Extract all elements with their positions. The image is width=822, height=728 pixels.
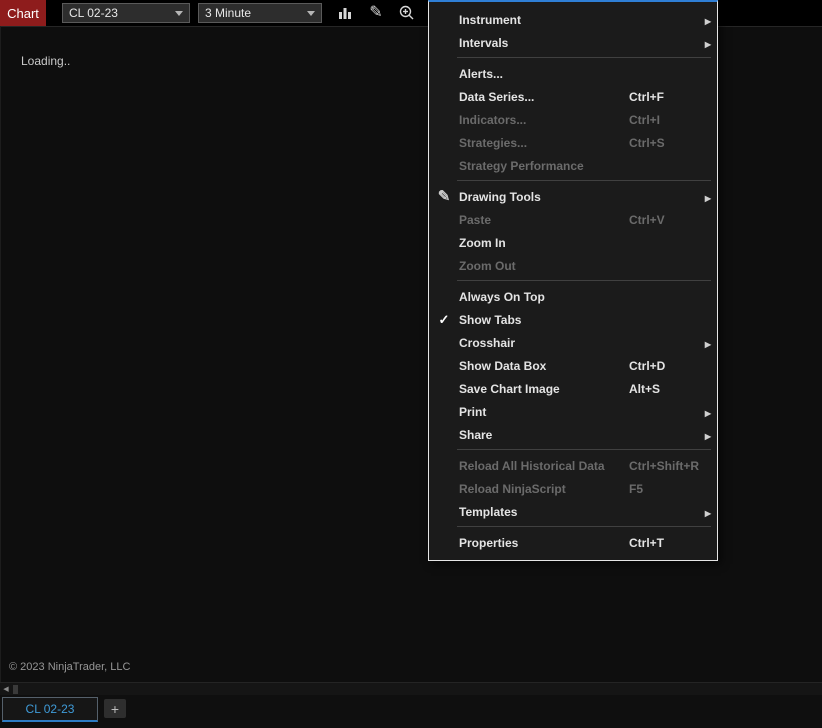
menu-item-show-tabs[interactable]: Show Tabs (429, 308, 717, 331)
menu-item-label: Show Data Box (459, 358, 547, 373)
menu-item-reload-ninjascript: Reload NinjaScript F5 (429, 477, 717, 500)
chevron-down-icon (307, 10, 315, 16)
menu-separator (429, 54, 717, 62)
menu-item-always-on-top[interactable]: Always On Top (429, 285, 717, 308)
submenu-arrow-icon (699, 428, 713, 442)
tab-cl-02-23[interactable]: CL 02-23 (2, 697, 98, 722)
menu-item-shortcut: Alt+S (629, 381, 661, 396)
loading-text: Loading.. (21, 54, 71, 68)
submenu-arrow-icon (699, 405, 713, 419)
menu-item-zoom-out: Zoom Out (429, 254, 717, 277)
menu-item-label: Strategy Performance (459, 158, 584, 173)
menu-item-label: Crosshair (459, 335, 516, 350)
menu-item-drawing-tools[interactable]: ✎ Drawing Tools (429, 185, 717, 208)
submenu-arrow-icon (699, 190, 713, 204)
menu-item-instrument[interactable]: Instrument (429, 8, 717, 31)
menu-item-paste: Paste Ctrl+V (429, 208, 717, 231)
horizontal-scrollbar[interactable] (0, 682, 822, 695)
menu-item-label: Share (459, 427, 493, 442)
scrollbar-thumb[interactable] (13, 684, 18, 694)
menu-item-alerts[interactable]: Alerts... (429, 62, 717, 85)
menu-item-shortcut: Ctrl+I (629, 112, 661, 127)
menu-item-label: Reload NinjaScript (459, 481, 566, 496)
add-tab-button[interactable]: + (104, 699, 126, 718)
menu-item-label: Indicators... (459, 112, 527, 127)
submenu-arrow-icon (699, 505, 713, 519)
menu-item-label: Drawing Tools (459, 189, 541, 204)
zoom-in-icon[interactable] (396, 2, 418, 24)
menu-separator (429, 446, 717, 454)
menu-item-label: Intervals (459, 35, 509, 50)
interval-value: 3 Minute (205, 6, 252, 20)
instrument-value: CL 02-23 (69, 6, 118, 20)
menu-item-strategy-performance: Strategy Performance (429, 154, 717, 177)
menu-item-templates[interactable]: Templates (429, 500, 717, 523)
menu-item-label: Data Series... (459, 89, 535, 104)
menu-item-shortcut: Ctrl+F (629, 89, 665, 104)
menu-item-shortcut: Ctrl+S (629, 135, 665, 150)
menu-item-label: Properties (459, 535, 519, 550)
menu-item-indicators: Indicators... Ctrl+I (429, 108, 717, 131)
instrument-selector[interactable]: CL 02-23 (62, 3, 190, 23)
menu-item-shortcut: Ctrl+V (629, 212, 665, 227)
menu-item-strategies: Strategies... Ctrl+S (429, 131, 717, 154)
menu-item-intervals[interactable]: Intervals (429, 31, 717, 54)
menu-item-label: Always On Top (459, 289, 545, 304)
bar-type-icon[interactable] (334, 2, 356, 24)
submenu-arrow-icon (699, 36, 713, 50)
submenu-arrow-icon (699, 13, 713, 27)
checkmark-icon (429, 312, 459, 328)
menu-item-label: Reload All Historical Data (459, 458, 605, 473)
menu-separator (429, 523, 717, 531)
menu-item-label: Paste (459, 212, 492, 227)
menu-item-properties[interactable]: Properties Ctrl+T (429, 531, 717, 554)
menu-item-label: Zoom In (459, 235, 506, 250)
menu-item-shortcut: Ctrl+D (629, 358, 666, 373)
drawing-tools-icon[interactable]: ✎ (365, 2, 387, 24)
chevron-down-icon (175, 10, 183, 16)
menu-item-label: Instrument (459, 12, 522, 27)
menu-item-shortcut: Ctrl+Shift+R (629, 458, 700, 473)
menu-item-save-chart-image[interactable]: Save Chart Image Alt+S (429, 377, 717, 400)
menu-item-zoom-in[interactable]: Zoom In (429, 231, 717, 254)
menu-item-label: Save Chart Image (459, 381, 560, 396)
scroll-left-icon[interactable] (0, 684, 12, 695)
menu-item-data-series[interactable]: Data Series... Ctrl+F (429, 85, 717, 108)
menu-item-label: Templates (459, 504, 518, 519)
menu-item-label: Alerts... (459, 66, 504, 81)
interval-selector[interactable]: 3 Minute (198, 3, 322, 23)
copyright-text: © 2023 NinjaTrader, LLC (9, 661, 131, 673)
menu-item-label: Show Tabs (459, 312, 522, 327)
menu-item-label: Print (459, 404, 487, 419)
pencil-icon: ✎ (369, 4, 383, 21)
submenu-arrow-icon (699, 336, 713, 350)
menu-item-print[interactable]: Print (429, 400, 717, 423)
menu-item-label: Zoom Out (459, 258, 516, 273)
menu-item-share[interactable]: Share (429, 423, 717, 446)
menu-item-shortcut: F5 (629, 481, 644, 496)
menu-item-crosshair[interactable]: Crosshair (429, 331, 717, 354)
menu-item-show-data-box[interactable]: Show Data Box Ctrl+D (429, 354, 717, 377)
window-title-tab[interactable]: Chart (0, 0, 46, 26)
menu-item-reload-all-historical-data: Reload All Historical Data Ctrl+Shift+R (429, 454, 717, 477)
menu-separator (429, 177, 717, 185)
pencil-icon: ✎ (437, 188, 451, 205)
menu-item-label: Strategies... (459, 135, 528, 150)
menu-item-shortcut: Ctrl+T (629, 535, 665, 550)
chart-context-menu: Instrument Intervals Alerts... Data Seri… (428, 0, 718, 561)
bottom-tab-bar: CL 02-23 + (0, 695, 822, 728)
menu-separator (429, 277, 717, 285)
